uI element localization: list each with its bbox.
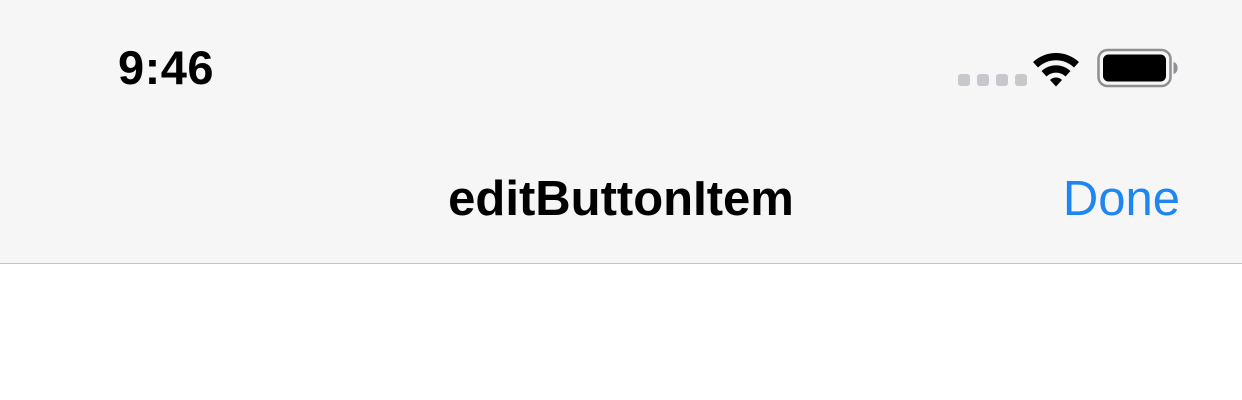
top-chrome: 9:46 editButtonItem Done bbox=[0, 0, 1242, 264]
status-time: 9:46 bbox=[118, 41, 215, 94]
signal-bar bbox=[977, 74, 989, 86]
cellular-signal-icon bbox=[958, 74, 1027, 86]
signal-bar bbox=[1015, 74, 1027, 86]
battery-icon bbox=[1097, 48, 1178, 88]
app-screen: 9:46 editButtonItem Done bbox=[0, 0, 1242, 400]
nav-title: editButtonItem bbox=[448, 172, 794, 226]
wifi-icon bbox=[1033, 53, 1079, 87]
navigation-bar: editButtonItem Done bbox=[0, 132, 1242, 264]
signal-bar bbox=[958, 74, 970, 86]
done-button[interactable]: Done bbox=[1063, 172, 1180, 226]
signal-bar bbox=[996, 74, 1008, 86]
status-bar: 9:46 bbox=[0, 0, 1242, 132]
content-area bbox=[0, 264, 1242, 400]
